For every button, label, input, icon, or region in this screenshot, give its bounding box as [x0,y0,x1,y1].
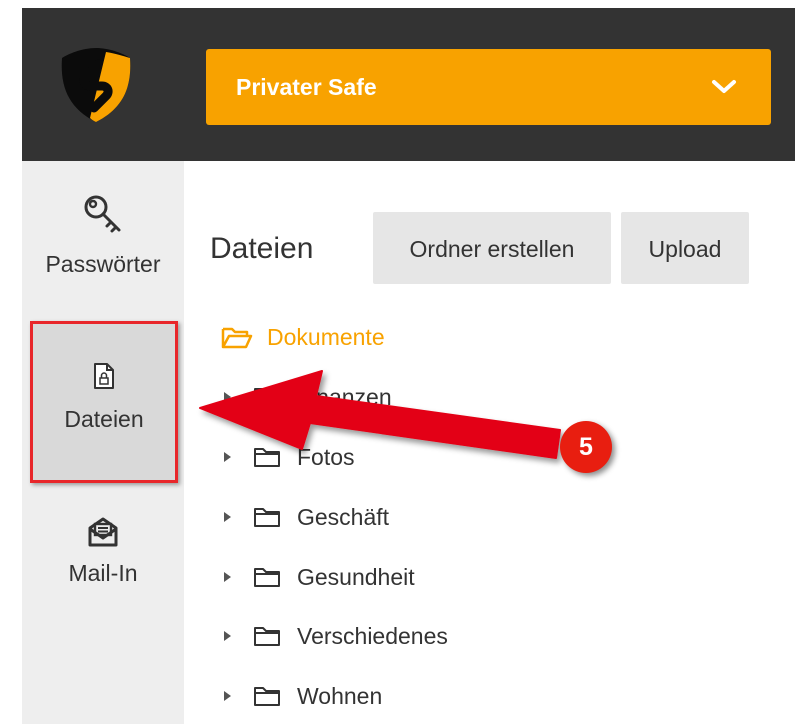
sidebar-item-label: Mail-In [68,560,138,586]
sidebar-item-mail-in[interactable]: Mail-In [22,516,184,587]
key-icon [84,195,121,233]
step-number-badge: 5 [560,421,612,473]
folder-icon [254,388,280,407]
tree-row-geschaeft[interactable]: Geschäft [224,500,389,534]
app-logo[interactable] [58,46,134,124]
folder-icon [254,687,280,706]
folder-label: Fotos [297,443,355,470]
expand-caret-icon[interactable] [224,452,231,462]
sidebar-item-passwoerter[interactable]: Passwörter [22,193,184,278]
chevron-down-icon [712,80,736,93]
mail-icon [88,517,118,547]
sidebar: Passwörter Dateien Mail-In [22,161,184,724]
locked-file-icon [94,363,114,389]
folder-label: Verschiedenes [297,622,448,649]
folder-label: Gesundheit [297,563,415,590]
expand-caret-icon[interactable] [224,512,231,522]
folder-icon [254,627,280,646]
folder-label: Finanzen [297,383,392,410]
folder-label: Wohnen [297,682,383,709]
expand-caret-icon[interactable] [224,392,231,402]
folder-open-icon [221,327,253,349]
tree-row-gesundheit[interactable]: Gesundheit [224,560,415,594]
sidebar-item-label: Passwörter [45,251,161,277]
folder-icon [254,568,280,587]
folder-label: Geschäft [297,503,390,530]
sidebar-item-label: Dateien [64,406,144,432]
page-margin [0,0,22,724]
folder-icon [254,448,280,467]
tree-row-finanzen[interactable]: Finanzen [224,380,392,414]
expand-caret-icon[interactable] [224,572,231,582]
create-folder-button[interactable]: Ordner erstellen [373,212,611,284]
upload-button[interactable]: Upload [621,212,749,284]
safe-selector-label: Privater Safe [236,74,377,100]
safe-selector-dropdown[interactable]: Privater Safe [206,49,771,125]
tree-row-wohnen[interactable]: Wohnen [224,679,382,713]
app-header: Privater Safe [22,8,795,161]
tree-row-fotos[interactable]: Fotos [224,440,355,474]
expand-caret-icon[interactable] [224,631,231,641]
tree-row-verschiedenes[interactable]: Verschiedenes [224,619,448,653]
tree-root-label: Dokumente [267,323,385,350]
page-title: Dateien [210,232,314,265]
folder-icon [254,508,280,527]
sidebar-item-dateien[interactable]: Dateien [30,321,178,483]
tree-root-folder[interactable]: Dokumente [221,320,385,354]
expand-caret-icon[interactable] [224,691,231,701]
